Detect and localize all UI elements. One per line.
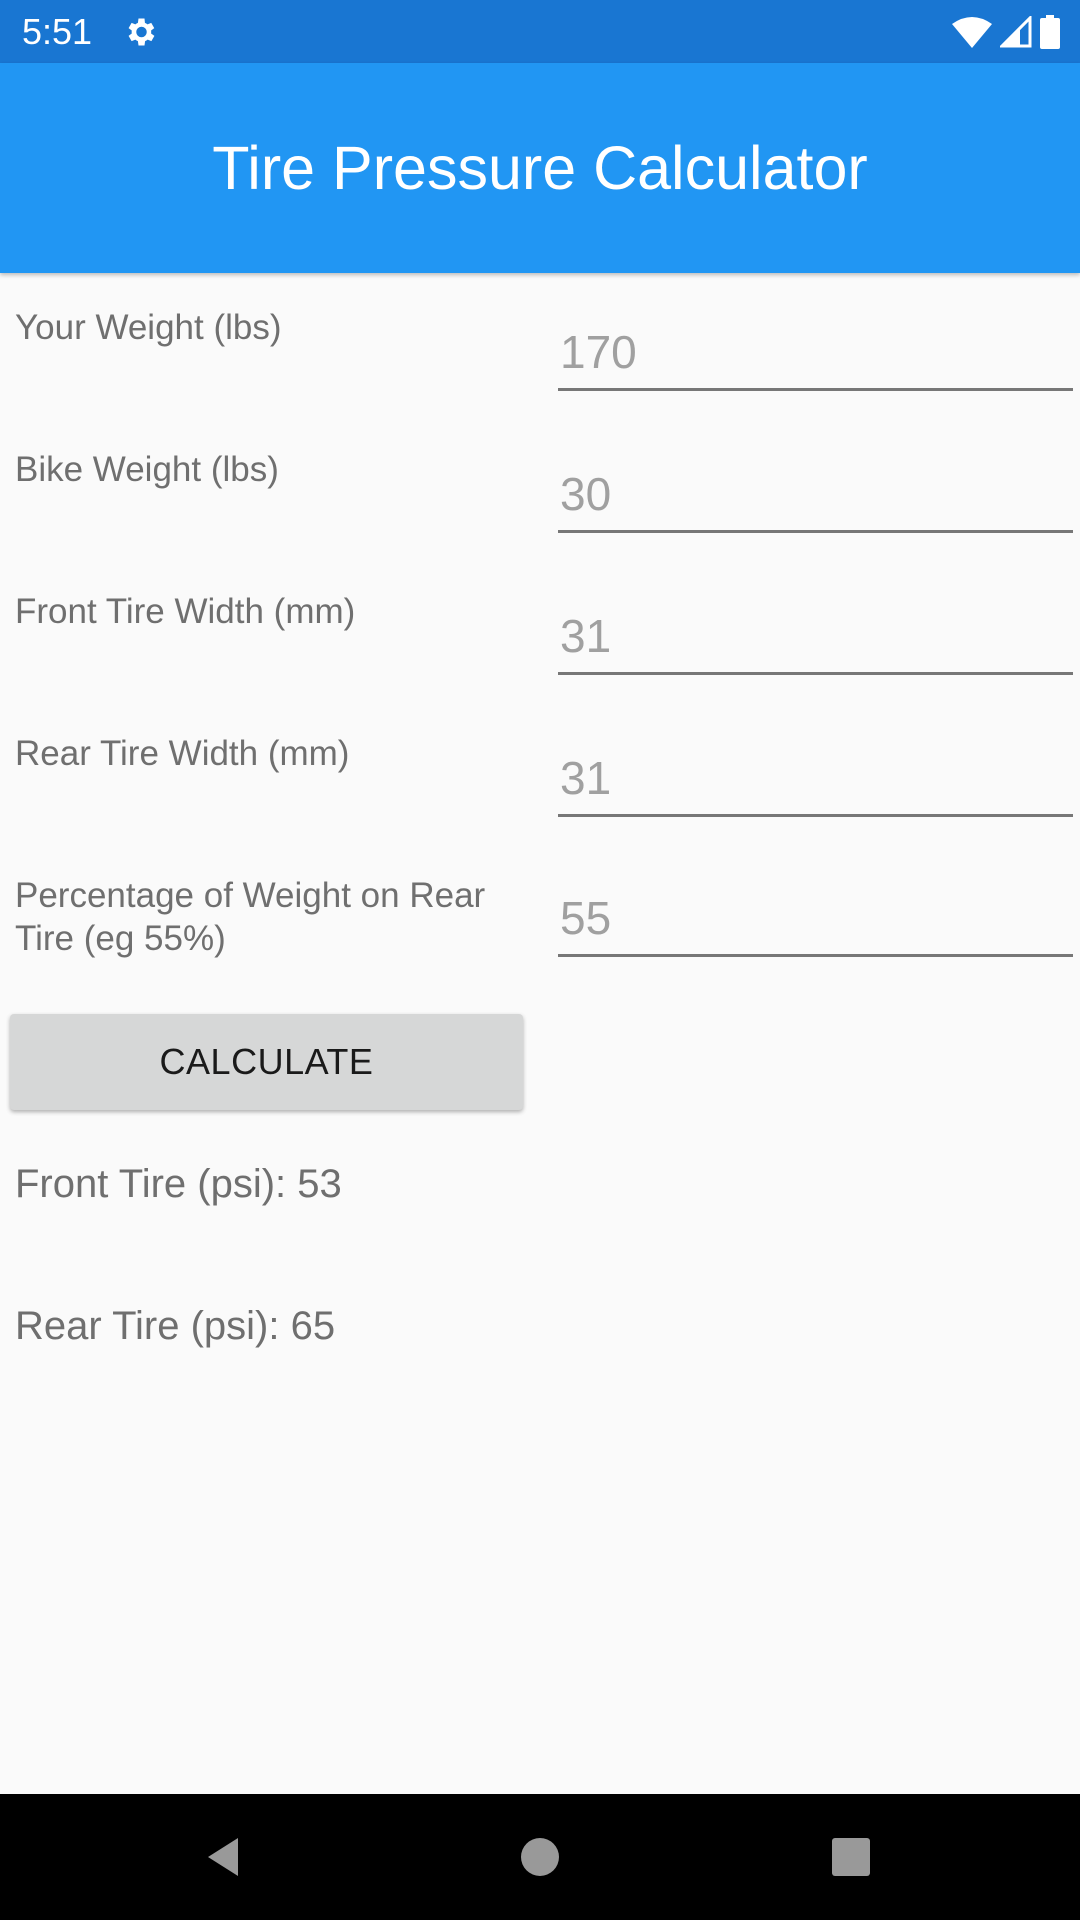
bike-weight-input[interactable] — [558, 464, 1073, 533]
gear-icon — [128, 18, 155, 46]
battery-icon — [1040, 15, 1060, 49]
rear-percentage-input[interactable] — [558, 888, 1073, 957]
wifi-icon — [952, 17, 992, 48]
cell-signal-icon — [1000, 16, 1032, 48]
rear-tire-width-label: Rear Tire Width (mm) — [15, 734, 350, 773]
front-tire-width-label: Front Tire Width (mm) — [15, 592, 356, 631]
rear-percentage-label: Percentage of Weight on Rear Tire (eg 55… — [15, 876, 486, 958]
calculate-button[interactable]: CALCULATE — [10, 1014, 523, 1110]
status-bar: 5:51 — [0, 0, 1080, 63]
rear-tire-result: Rear Tire (psi): 65 — [15, 1304, 336, 1348]
your-weight-label: Your Weight (lbs) — [15, 308, 282, 347]
front-tire-result: Front Tire (psi): 53 — [15, 1162, 342, 1206]
front-tire-width-input[interactable] — [558, 606, 1073, 675]
nav-bar — [0, 1794, 1080, 1920]
home-icon[interactable] — [515, 1832, 565, 1882]
rear-tire-width-input[interactable] — [558, 748, 1073, 817]
bike-weight-label: Bike Weight (lbs) — [15, 450, 279, 489]
back-icon[interactable] — [200, 1832, 250, 1882]
status-time: 5:51 — [22, 11, 93, 52]
app-title: Tire Pressure Calculator — [212, 134, 868, 202]
app-bar: Tire Pressure Calculator — [0, 63, 1080, 273]
your-weight-input[interactable] — [558, 322, 1073, 391]
recents-icon[interactable] — [826, 1832, 876, 1882]
